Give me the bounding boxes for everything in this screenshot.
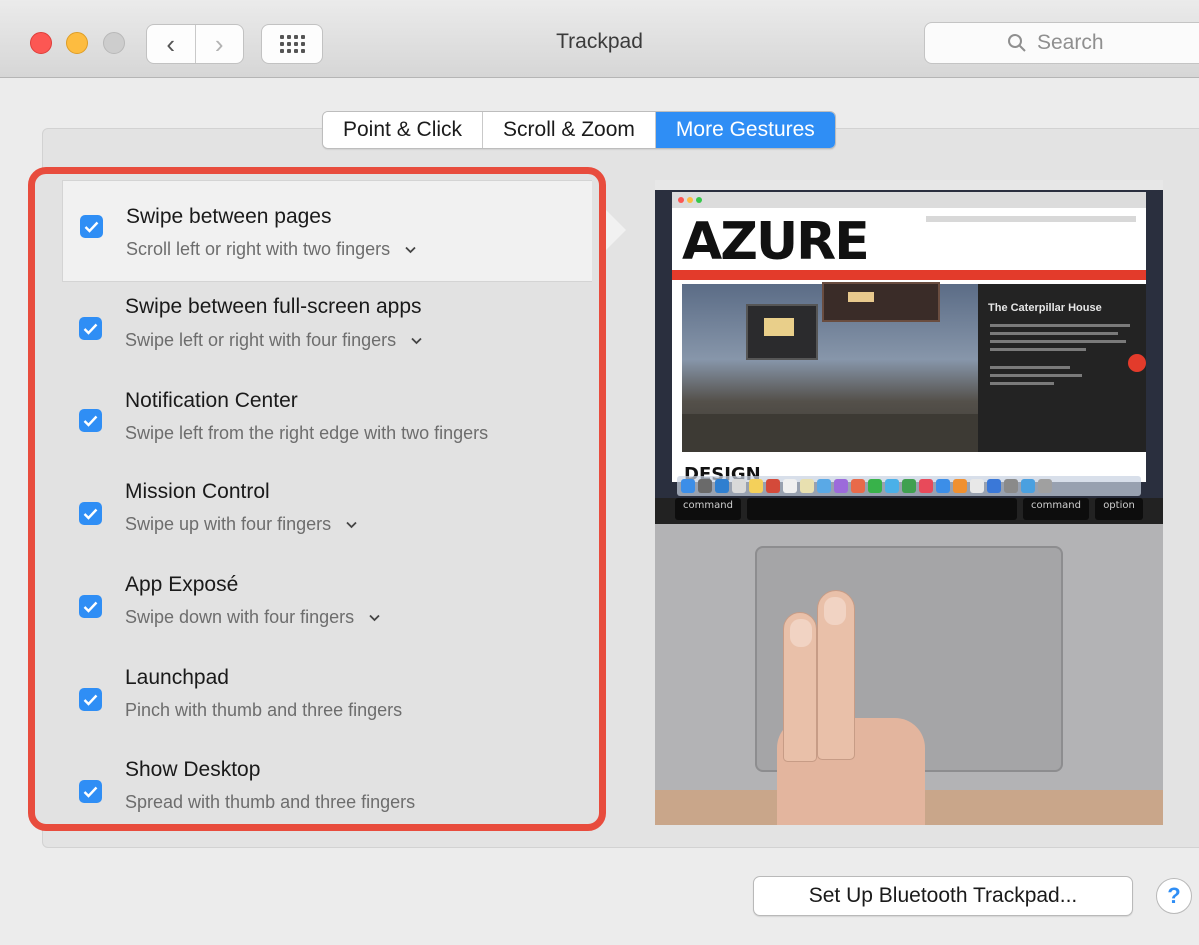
help-button[interactable]: ? [1156, 878, 1192, 914]
chevron-down-icon [346, 522, 357, 529]
preview-next-arrow [1128, 354, 1146, 372]
gesture-description: Scroll left or right with two fingers [126, 239, 391, 259]
gesture-description: Spread with thumb and three fingers [125, 792, 416, 812]
checkmark-icon [83, 508, 98, 520]
chevron-down-icon [369, 615, 380, 622]
preview-keyboard: command command option [655, 498, 1163, 524]
checkmark-icon [83, 415, 98, 427]
search-field[interactable]: Search [924, 22, 1199, 64]
swipe-pages-checkbox[interactable] [80, 215, 103, 238]
checkmark-icon [83, 786, 98, 798]
checkmark-icon [83, 694, 98, 706]
checkmark-icon [84, 221, 99, 233]
gesture-option-dropdown[interactable]: Swipe down with four fingers [125, 607, 380, 628]
preview-article-panel: The Caterpillar House [978, 284, 1146, 452]
preview-dock [677, 476, 1141, 496]
gesture-title: Show Desktop [125, 758, 261, 781]
preview-window-light [848, 292, 874, 302]
gesture-option-dropdown[interactable]: Scroll left or right with two fingers [126, 239, 416, 260]
checkmark-icon [83, 323, 98, 335]
swipe-fullscreen-checkbox[interactable] [79, 317, 102, 340]
gesture-description: Pinch with thumb and three fingers [125, 700, 403, 720]
preview-browser-toolbar [672, 192, 1146, 208]
gesture-item-show-desktop[interactable]: Show Desktop Spread with thumb and three… [35, 748, 599, 824]
mission-control-checkbox[interactable] [79, 502, 102, 525]
notification-center-checkbox[interactable] [79, 409, 102, 432]
gesture-description: Swipe left from the right edge with two … [125, 423, 489, 443]
preview-spacebar [747, 498, 1017, 520]
tab-point-click[interactable]: Point & Click [323, 112, 483, 148]
gesture-title: Launchpad [125, 666, 229, 689]
preview-key: command [675, 498, 741, 520]
preview-nav-bar [672, 270, 1146, 280]
tab-more-gestures[interactable]: More Gestures [654, 112, 835, 148]
preview-site-links [926, 216, 1136, 222]
search-placeholder: Search [1037, 31, 1104, 54]
preview-finger [783, 612, 817, 762]
gesture-title: Swipe between full-screen apps [125, 295, 422, 318]
selection-pointer [606, 210, 626, 250]
gesture-list: Swipe between pages Scroll left or right… [28, 167, 606, 831]
gesture-item-swipe-pages[interactable]: Swipe between pages Scroll left or right… [62, 180, 592, 282]
preview-house-upper [822, 282, 940, 322]
launchpad-checkbox[interactable] [79, 688, 102, 711]
gesture-item-swipe-fullscreen[interactable]: Swipe between full-screen apps Swipe lef… [35, 284, 599, 376]
setup-bluetooth-trackpad-button[interactable]: Set Up Bluetooth Trackpad... [753, 876, 1133, 916]
gesture-description: Swipe down with four fingers [125, 607, 355, 627]
preview-site-logo: AZURE [682, 212, 870, 272]
chevron-down-icon [411, 338, 422, 345]
gesture-option-dropdown[interactable]: Swipe left or right with four fingers [125, 330, 422, 351]
tab-bar: Point & Click Scroll & Zoom More Gesture… [322, 111, 836, 149]
preview-window-light [764, 318, 794, 336]
preview-key: command [1023, 498, 1089, 520]
app-expose-checkbox[interactable] [79, 595, 102, 618]
gesture-title: App Exposé [125, 573, 239, 596]
preview-screen: AZURE The Caterpillar House DESIGN [655, 180, 1163, 505]
search-icon [1008, 34, 1026, 52]
gesture-item-notification-center[interactable]: Notification Center Swipe left from the … [35, 376, 599, 468]
gesture-item-launchpad[interactable]: Launchpad Pinch with thumb and three fin… [35, 655, 599, 747]
gesture-title: Swipe between pages [126, 205, 332, 228]
preview-key: option [1095, 498, 1143, 520]
preview-browser: AZURE The Caterpillar House DESIGN [672, 192, 1146, 485]
title-bar: ‹ › Trackpad Search [0, 0, 1199, 78]
show-desktop-checkbox[interactable] [79, 780, 102, 803]
tab-scroll-zoom[interactable]: Scroll & Zoom [482, 112, 655, 148]
gesture-item-app-expose[interactable]: App Exposé Swipe down with four fingers [35, 562, 599, 654]
gesture-option-dropdown[interactable]: Swipe up with four fingers [125, 514, 357, 535]
chevron-down-icon [405, 247, 416, 254]
preview-menubar [655, 180, 1163, 190]
preview-article-title: The Caterpillar House [988, 302, 1102, 314]
gesture-title: Notification Center [125, 389, 298, 412]
gesture-title: Mission Control [125, 480, 270, 503]
gesture-description: Swipe up with four fingers [125, 514, 332, 534]
preview-ground [682, 414, 978, 452]
gesture-preview-image: AZURE The Caterpillar House DESIGN comma… [655, 180, 1163, 825]
checkmark-icon [83, 601, 98, 613]
gesture-description: Swipe left or right with four fingers [125, 330, 397, 350]
preview-finger [817, 590, 855, 760]
gesture-item-mission-control[interactable]: Mission Control Swipe up with four finge… [35, 470, 599, 562]
